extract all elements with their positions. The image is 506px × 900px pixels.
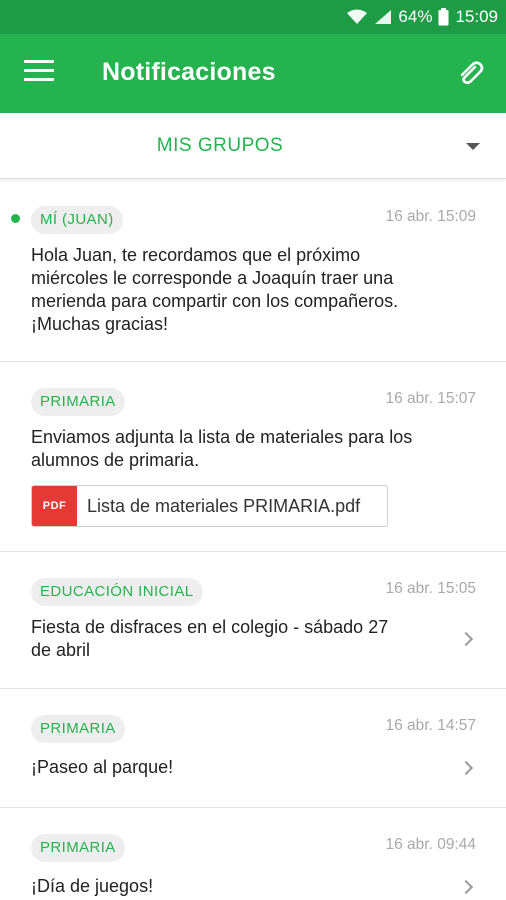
message-line: de abril [31, 640, 91, 660]
wifi-icon [346, 9, 368, 25]
clock: 15:09 [455, 7, 498, 26]
caret-down-icon [466, 143, 480, 150]
notification-time: 16 abr. 15:05 [385, 580, 477, 597]
notification-item[interactable]: PRIMARIA 16 abr. 14:57 ¡Paseo al parque! [0, 689, 506, 808]
paperclip-icon[interactable] [454, 58, 486, 90]
message-line: ¡Paseo al parque! [31, 757, 174, 777]
notification-message: ¡Paseo al parque! [31, 756, 461, 779]
status-bar: 64% 15:09 [0, 0, 506, 34]
chevron-right-icon [458, 760, 474, 776]
notification-message: Fiesta de disfraces en el colegio - sába… [31, 616, 461, 662]
attachment-name: Lista de materiales PRIMARIA.pdf [87, 495, 361, 516]
notification-time: 16 abr. 15:09 [385, 208, 477, 225]
message-line: ¡Día de juegos! [31, 876, 154, 896]
group-badge: PRIMARIA [31, 834, 125, 862]
notification-message: Enviamos adjunta la lista de materiales … [31, 426, 461, 472]
notification-list: MÍ (JUAN) 16 abr. 15:09 Hola Juan, te re… [0, 180, 506, 900]
menu-icon[interactable] [24, 60, 54, 86]
chevron-right-icon [458, 879, 474, 895]
message-line: Hola Juan, te recordamos que el próximo [31, 245, 361, 265]
group-badge: PRIMARIA [31, 388, 125, 416]
group-badge: EDUCACIÓN INICIAL [31, 578, 203, 606]
chevron-right-icon [458, 631, 474, 647]
notification-message: ¡Día de juegos! [31, 875, 461, 898]
notification-time: 16 abr. 14:57 [385, 717, 477, 734]
message-line: ¡Muchas gracias! [31, 314, 169, 334]
message-line: miércoles le corresponde a Joaquín traer… [31, 268, 394, 288]
group-selector-label: MIS GRUPOS [156, 134, 284, 156]
page-title: Notificaciones [102, 58, 276, 86]
message-line: alumnos de primaria. [31, 450, 200, 470]
group-selector[interactable]: MIS GRUPOS [0, 113, 506, 179]
message-line: Fiesta de disfraces en el colegio - sába… [31, 617, 389, 637]
notification-item[interactable]: EDUCACIÓN INICIAL 16 abr. 15:05 Fiesta d… [0, 552, 506, 689]
pdf-icon: PDF [32, 486, 77, 526]
message-line: merienda para compartir con los compañer… [31, 291, 399, 311]
pdf-attachment[interactable]: PDF Lista de materiales PRIMARIA.pdf [31, 485, 388, 527]
notification-item[interactable]: PRIMARIA 16 abr. 15:07 Enviamos adjunta … [0, 362, 506, 552]
signal-icon [374, 9, 392, 25]
notification-item[interactable]: MÍ (JUAN) 16 abr. 15:09 Hola Juan, te re… [0, 180, 506, 362]
unread-dot [11, 214, 20, 223]
battery-percent: 64% [398, 7, 433, 26]
notification-time: 16 abr. 15:07 [385, 390, 477, 407]
battery-icon [438, 8, 449, 26]
notification-time: 16 abr. 09:44 [385, 836, 477, 853]
group-badge: MÍ (JUAN) [31, 206, 123, 234]
message-line: Enviamos adjunta la lista de materiales … [31, 427, 413, 447]
notification-item[interactable]: PRIMARIA 16 abr. 09:44 ¡Día de juegos! [0, 808, 506, 900]
app-bar: Notificaciones [0, 34, 506, 113]
group-badge: PRIMARIA [31, 715, 125, 743]
notification-message: Hola Juan, te recordamos que el próximo … [31, 244, 461, 336]
